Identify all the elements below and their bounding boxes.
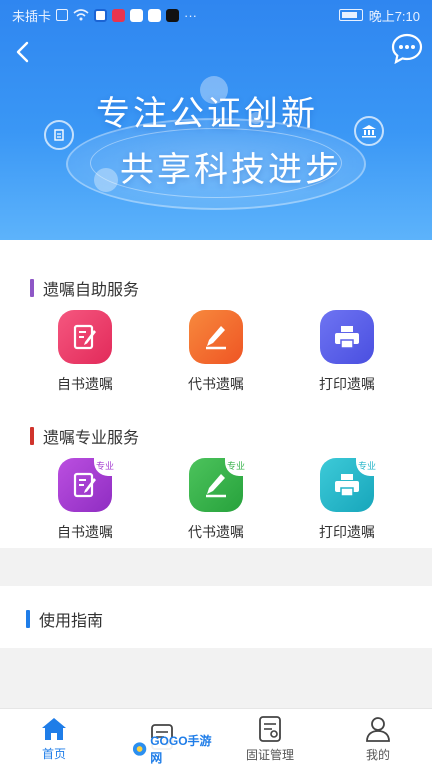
chat-bubble-icon[interactable] (390, 32, 424, 66)
tiktok-icon (166, 8, 180, 22)
user-icon (366, 716, 390, 742)
service-label: 代书遗嘱 (188, 524, 244, 540)
write-will-icon (58, 310, 112, 364)
self-service-heading: 遗嘱自助服务 (30, 276, 139, 300)
app-notification-icon (112, 8, 126, 22)
proxy-write-icon: 专业 (189, 454, 247, 512)
pro-service-heading: 遗嘱专业服务 (30, 424, 139, 448)
pro-print-will-button[interactable]: 专业 打印遗嘱 (292, 454, 402, 542)
nav-evidence-management[interactable]: 固证管理 (216, 709, 324, 768)
app-notification-icon (148, 8, 162, 22)
back-arrow-icon[interactable] (10, 38, 38, 66)
stamp-icon (44, 120, 74, 150)
print-will-button[interactable]: 打印遗嘱 (292, 310, 402, 394)
pro-self-write-will-button[interactable]: 专业 自书遗嘱 (30, 454, 140, 542)
guide-heading: 使用指南 (26, 607, 103, 631)
hero-slogan-line1: 专注公证创新 (96, 95, 318, 133)
app-notification-icon (94, 8, 108, 22)
heading-accent-bar (30, 279, 34, 297)
proxy-write-icon (189, 310, 243, 364)
evidence-doc-icon (259, 715, 281, 742)
proxy-write-will-button[interactable]: 代书遗嘱 (161, 310, 271, 394)
service-label: 自书遗嘱 (57, 376, 113, 392)
service-label: 代书遗嘱 (188, 376, 244, 392)
self-write-will-button[interactable]: 自书遗嘱 (30, 310, 140, 394)
app-notification-icon (130, 8, 144, 22)
nav-label: 固证管理 (245, 747, 294, 762)
nav-label: 首页 (41, 746, 66, 761)
battery-icon (338, 9, 363, 21)
bank-building-icon (354, 116, 384, 146)
site-watermark: GOGO手游网 (128, 734, 220, 765)
gogo-logo-icon (132, 742, 147, 756)
carrier-text: 未插卡 (12, 8, 52, 24)
printer-icon: 专业 (320, 454, 378, 512)
watermark-text: GOGO手游网 (150, 734, 212, 765)
home-icon (42, 717, 66, 740)
nav-home[interactable]: 首页 (0, 709, 108, 768)
pro-proxy-write-will-button[interactable]: 专业 代书遗嘱 (161, 454, 271, 542)
guide-panel[interactable]: 使用指南 (0, 586, 432, 648)
hero-slogan-line2: 共享科技进步 (120, 151, 342, 189)
self-service-title: 遗嘱自助服务 (43, 282, 140, 299)
write-will-icon: 专业 (58, 454, 116, 512)
pro-service-title: 遗嘱专业服务 (43, 430, 140, 447)
wifi-icon (73, 9, 89, 21)
printer-icon (320, 310, 374, 364)
hero-banner: 未插卡 ··· 晚上7:10 专注公证创新 共享科技进步 (0, 0, 432, 240)
sim-icon (56, 9, 69, 21)
services-panel: 遗嘱自助服务 自书遗嘱 代书遗嘱 打印遗嘱 遗嘱专业服务 专业 自书遗嘱 专业 (0, 240, 432, 548)
service-label: 打印遗嘱 (319, 376, 375, 392)
status-bar: 未插卡 ··· 晚上7:10 (0, 0, 432, 30)
guide-title: 使用指南 (39, 613, 104, 630)
nav-label: 我的 (365, 747, 390, 762)
nav-profile[interactable]: 我的 (324, 709, 432, 768)
status-time: 晚上7:10 (368, 8, 420, 24)
more-notifications: ··· (184, 7, 198, 23)
heading-accent-bar (26, 610, 30, 628)
heading-accent-bar (30, 427, 34, 445)
service-label: 自书遗嘱 (57, 524, 113, 540)
service-label: 打印遗嘱 (319, 524, 375, 540)
